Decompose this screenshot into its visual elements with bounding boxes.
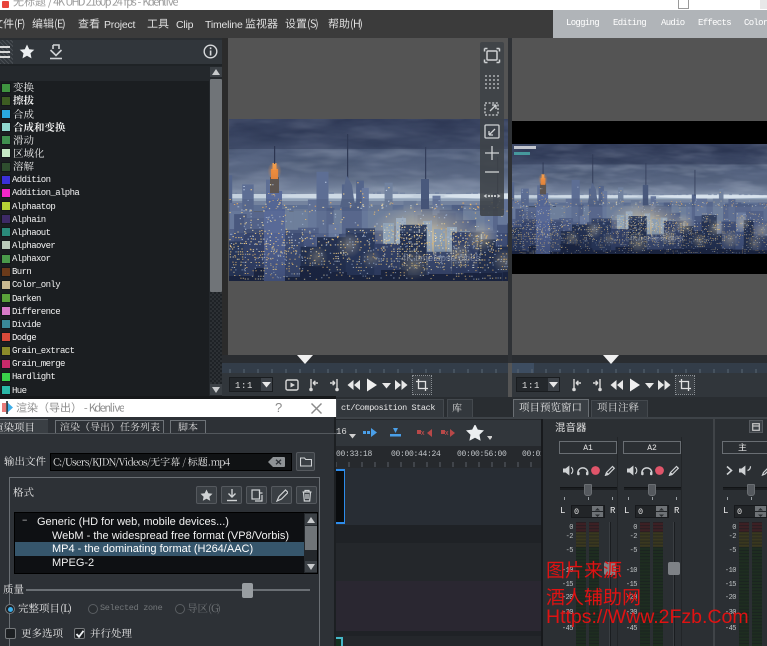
svg-text:x: x (445, 430, 449, 437)
svg-text:x: x (421, 430, 425, 437)
